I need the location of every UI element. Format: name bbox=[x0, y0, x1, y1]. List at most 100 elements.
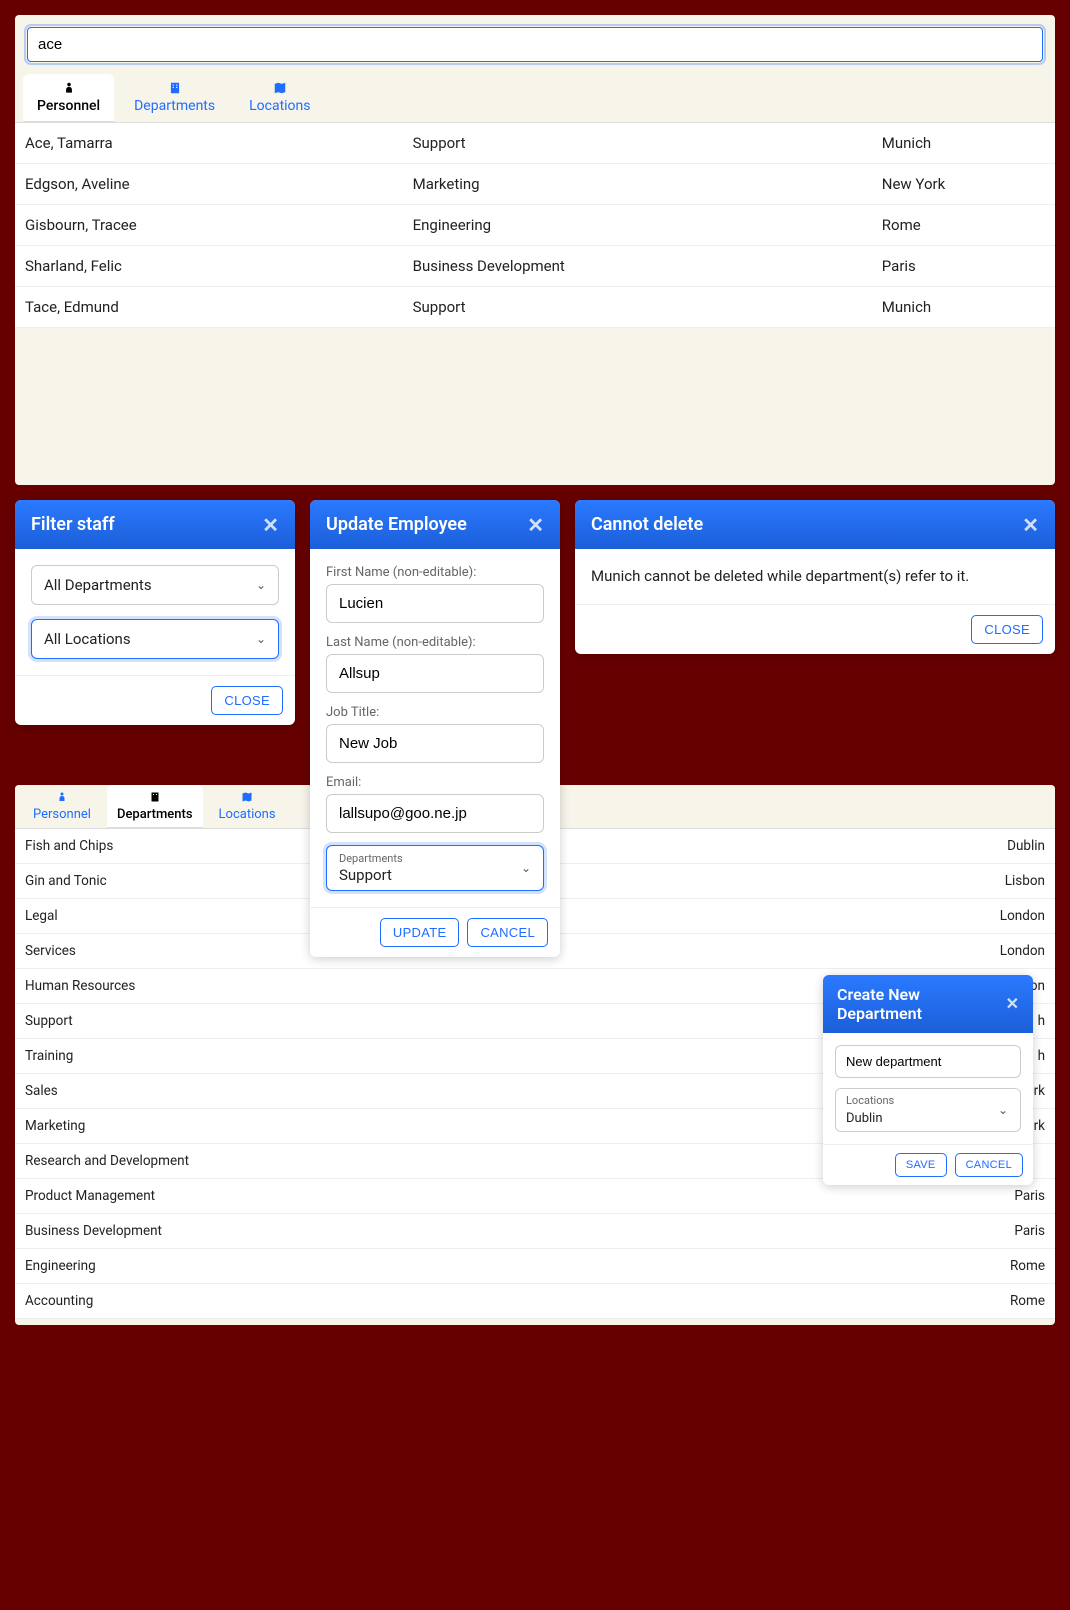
tab-label: Departments bbox=[117, 807, 193, 822]
row-dept: Business Development bbox=[413, 257, 882, 275]
tab-personnel[interactable]: Personnel bbox=[23, 785, 101, 828]
filter-dept-select[interactable]: All Departments ⌄ bbox=[31, 565, 279, 605]
row-loc: Munich bbox=[882, 134, 1045, 152]
chevron-down-icon: ⌄ bbox=[998, 1103, 1008, 1117]
tab-locations[interactable]: Locations bbox=[235, 74, 324, 122]
close-icon[interactable]: ✕ bbox=[527, 515, 544, 535]
table-row[interactable]: Edgson, AvelineMarketingNew York bbox=[15, 164, 1055, 205]
new-dept-loc-select[interactable]: Locations Dublin ⌄ bbox=[835, 1088, 1021, 1132]
cancel-button[interactable]: CANCEL bbox=[955, 1153, 1023, 1177]
table-row[interactable]: Engineering Rome bbox=[15, 1249, 1055, 1284]
row-name: Engineering bbox=[25, 1258, 96, 1274]
row-loc: Dublin bbox=[1007, 838, 1045, 854]
filter-dept-value: All Departments bbox=[44, 576, 152, 594]
row-name: Legal bbox=[25, 908, 58, 924]
row-loc: Paris bbox=[882, 257, 1045, 275]
row-loc: h bbox=[1038, 1048, 1045, 1064]
search-input[interactable] bbox=[27, 27, 1043, 62]
filter-loc-select[interactable]: All Locations ⌄ bbox=[31, 619, 279, 659]
tab-locations[interactable]: Locations bbox=[209, 785, 286, 828]
last-name-field bbox=[326, 654, 544, 693]
table-row[interactable]: Gisbourn, TraceeEngineeringRome bbox=[15, 205, 1055, 246]
table-row[interactable]: Business DevelopmentParis bbox=[15, 1214, 1055, 1249]
row-name: Services bbox=[25, 943, 76, 959]
table-row[interactable]: Ace, TamarraSupportMunich bbox=[15, 123, 1055, 164]
update-dept-value: Support bbox=[339, 866, 392, 884]
row-name: Training bbox=[25, 1048, 73, 1064]
map-icon bbox=[272, 80, 288, 96]
row-loc: Paris bbox=[1014, 1188, 1045, 1204]
row-name: Business Development bbox=[25, 1223, 162, 1239]
row-dept: Engineering bbox=[413, 216, 882, 234]
dept-mini-label: Departments bbox=[339, 852, 531, 865]
row-name: Product Management bbox=[25, 1188, 155, 1204]
error-close-button[interactable]: CLOSE bbox=[971, 615, 1043, 644]
error-body: Munich cannot be deleted while departmen… bbox=[575, 549, 1055, 604]
table-row[interactable]: Sharland, FelicBusiness DevelopmentParis bbox=[15, 246, 1055, 287]
row-name: Gisbourn, Tracee bbox=[25, 216, 413, 234]
loc-mini-label: Locations bbox=[846, 1094, 1010, 1107]
row-loc: Rome bbox=[882, 216, 1045, 234]
update-modal: Update Employee ✕ First Name (non-editab… bbox=[310, 500, 560, 957]
row-name: Support bbox=[25, 1013, 73, 1029]
map-icon bbox=[239, 789, 255, 805]
row-dept: Support bbox=[413, 134, 882, 152]
row-name: Fish and Chips bbox=[25, 838, 113, 854]
personnel-panel: Personnel Departments Locations Ace, Tam… bbox=[15, 15, 1055, 485]
job-title-label: Job Title: bbox=[326, 705, 544, 720]
error-modal: Cannot delete ✕ Munich cannot be deleted… bbox=[575, 500, 1055, 654]
save-button[interactable]: SAVE bbox=[895, 1153, 947, 1177]
table-row[interactable]: Accounting Rome bbox=[15, 1284, 1055, 1319]
row-name: Sharland, Felic bbox=[25, 257, 413, 275]
person-icon bbox=[54, 789, 70, 805]
row-loc: Rome bbox=[1010, 1258, 1045, 1274]
close-icon[interactable]: ✕ bbox=[1022, 515, 1039, 535]
row-dept: Marketing bbox=[413, 175, 882, 193]
new-dept-name-field[interactable] bbox=[835, 1045, 1021, 1078]
chevron-down-icon: ⌄ bbox=[256, 632, 266, 646]
row-name: Sales bbox=[25, 1083, 58, 1099]
row-name: Human Resources bbox=[25, 978, 135, 994]
row-loc: London bbox=[1000, 943, 1045, 959]
create-title: Create New Department bbox=[837, 985, 1006, 1023]
error-header: Cannot delete ✕ bbox=[575, 500, 1055, 549]
tab-label: Personnel bbox=[37, 98, 100, 114]
update-header: Update Employee ✕ bbox=[310, 500, 560, 549]
row-name: Research and Development bbox=[25, 1153, 189, 1169]
tab-label: Departments bbox=[134, 98, 215, 114]
close-icon[interactable]: ✕ bbox=[262, 515, 279, 535]
row-loc: h bbox=[1038, 1013, 1045, 1029]
tab-label: Locations bbox=[249, 98, 310, 114]
row-name: Accounting bbox=[25, 1293, 93, 1309]
row-name: Tace, Edmund bbox=[25, 298, 413, 316]
row-loc: Rome bbox=[1010, 1293, 1045, 1309]
row-loc: London bbox=[1000, 908, 1045, 924]
row-loc: New York bbox=[882, 175, 1045, 193]
update-button[interactable]: UPDATE bbox=[380, 918, 460, 947]
first-name-label: First Name (non-editable): bbox=[326, 565, 544, 580]
tab-personnel[interactable]: Personnel bbox=[23, 74, 114, 122]
email-field[interactable] bbox=[326, 794, 544, 833]
close-icon[interactable]: ✕ bbox=[1006, 996, 1019, 1012]
tab-departments[interactable]: Departments bbox=[107, 785, 203, 828]
person-icon bbox=[61, 80, 77, 96]
update-title: Update Employee bbox=[326, 514, 467, 535]
filter-close-button[interactable]: CLOSE bbox=[211, 686, 283, 715]
update-dept-select[interactable]: Departments Support ⌄ bbox=[326, 845, 544, 891]
chevron-down-icon: ⌄ bbox=[521, 861, 531, 875]
tab-departments[interactable]: Departments bbox=[120, 74, 229, 122]
first-name-field bbox=[326, 584, 544, 623]
filter-modal: Filter staff ✕ All Departments ⌄ All Loc… bbox=[15, 500, 295, 725]
chevron-down-icon: ⌄ bbox=[256, 578, 266, 592]
tab-label: Personnel bbox=[33, 807, 91, 822]
table-row[interactable]: Tace, EdmundSupportMunich bbox=[15, 287, 1055, 328]
job-title-field[interactable] bbox=[326, 724, 544, 763]
cancel-button[interactable]: CANCEL bbox=[467, 918, 548, 947]
row-name: Marketing bbox=[25, 1118, 85, 1134]
building-icon bbox=[167, 80, 183, 96]
email-label: Email: bbox=[326, 775, 544, 790]
create-dept-modal: Create New Department ✕ Locations Dublin… bbox=[823, 975, 1033, 1185]
tabs: Personnel Departments Locations bbox=[15, 74, 1055, 122]
row-loc: Munich bbox=[882, 298, 1045, 316]
personnel-table: Ace, TamarraSupportMunichEdgson, Aveline… bbox=[15, 122, 1055, 328]
